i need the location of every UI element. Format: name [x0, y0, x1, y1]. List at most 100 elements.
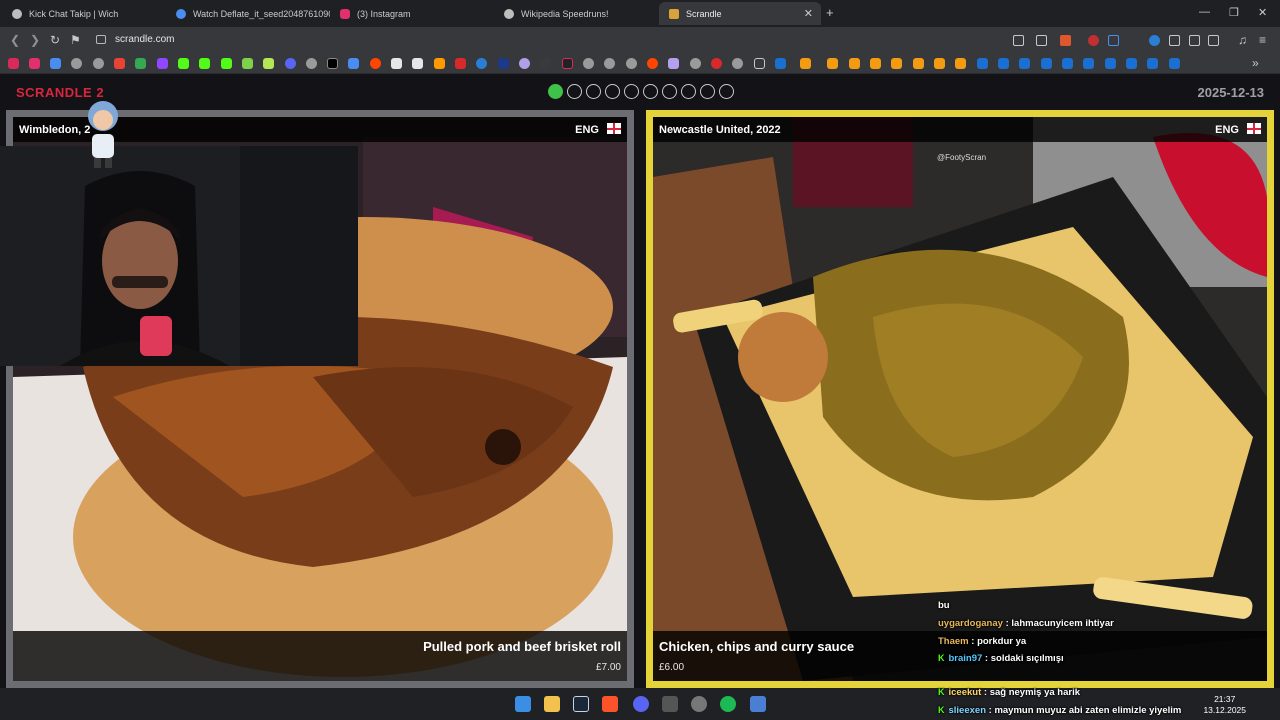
close-tab-icon[interactable]: ✕ [804, 7, 813, 20]
chat-text: sağ neymiş ya harik [989, 687, 1081, 698]
bookmark-icon[interactable] [327, 58, 338, 69]
bookmark-icon[interactable] [540, 58, 551, 69]
bookmark-icon[interactable] [711, 58, 722, 69]
new-tab-button[interactable]: + [826, 5, 834, 20]
bookmark-icon[interactable] [114, 58, 125, 69]
bookmark-icon[interactable] [732, 58, 743, 69]
folder-icon[interactable] [754, 58, 765, 69]
forward-icon[interactable]: ❯ [30, 33, 40, 47]
spotify-icon[interactable] [720, 696, 736, 712]
extension-icon[interactable] [1088, 35, 1099, 46]
bookmark-icon[interactable] [1169, 58, 1180, 69]
discord-icon[interactable] [633, 696, 649, 712]
bookmark-icon[interactable] [221, 58, 232, 69]
bookmark-icon[interactable] [1126, 58, 1137, 69]
app-icon[interactable] [750, 696, 766, 712]
brave-shield-icon[interactable] [1060, 35, 1071, 46]
bookmark-icon[interactable] [242, 58, 253, 69]
bookmark-icon[interactable] [93, 58, 104, 69]
bookmark-icon[interactable] [1105, 58, 1116, 69]
bookmark-icon[interactable] [412, 58, 423, 69]
bookmark-icon[interactable] [135, 58, 146, 69]
more-bookmarks-icon[interactable]: » [1252, 56, 1259, 70]
bookmark-icon[interactable] [626, 58, 637, 69]
tab-scrandle[interactable]: Scrandle ✕ [659, 2, 821, 25]
bookmark-icon[interactable] [348, 58, 359, 69]
brave-browser-icon[interactable] [602, 696, 618, 712]
kick-badge-icon: K [938, 653, 945, 663]
bookmark-icon[interactable] [199, 58, 210, 69]
bookmark-icon[interactable] [827, 58, 838, 69]
extension-icon[interactable] [1149, 35, 1160, 46]
bookmark-icon[interactable] [50, 58, 61, 69]
bookmark-icon[interactable] [690, 58, 701, 69]
back-icon[interactable]: ❮ [10, 33, 20, 47]
bookmark-icon[interactable] [604, 58, 615, 69]
start-windows-icon[interactable] [515, 696, 531, 712]
club-name: Wimbledon, 2 [19, 123, 91, 136]
bookmark-icon[interactable] [583, 58, 594, 69]
bookmark-icon[interactable] [998, 58, 1009, 69]
obs-icon[interactable] [691, 696, 707, 712]
media-icon[interactable]: ♫ [1238, 33, 1247, 47]
close-window-icon[interactable]: ✕ [1258, 6, 1267, 19]
bookmark-icon[interactable] [955, 58, 966, 69]
bookmark-icon[interactable] [476, 58, 487, 69]
bookmark-icon[interactable] [1041, 58, 1052, 69]
bookmark-icon[interactable] [1019, 58, 1030, 69]
sidebar-icon[interactable] [1208, 35, 1219, 46]
bookmark-icon[interactable] [263, 58, 274, 69]
club-name: Newcastle United, 2022 [659, 123, 781, 136]
bookmark-icon[interactable] [977, 58, 988, 69]
bookmark-icon[interactable] [562, 58, 573, 69]
bookmark-icon[interactable] [455, 58, 466, 69]
reload-icon[interactable]: ↻ [50, 33, 60, 47]
cast-icon[interactable] [1013, 35, 1024, 46]
bookmark-icon[interactable] [285, 58, 296, 69]
share-icon[interactable] [1036, 35, 1047, 46]
bookmark-icon[interactable] [1147, 58, 1158, 69]
bookmark-icon[interactable] [1062, 58, 1073, 69]
bookmark-icon[interactable] [647, 58, 658, 69]
bookmark-icon[interactable] [913, 58, 924, 69]
bookmark-icon[interactable] [391, 58, 402, 69]
bookmark-icon[interactable] [934, 58, 945, 69]
bookmark-icon[interactable] [870, 58, 881, 69]
bookmark-icon[interactable] [498, 58, 509, 69]
maximize-icon[interactable]: ❐ [1229, 6, 1239, 19]
bookmark-icon[interactable] [1083, 58, 1094, 69]
bookmark-icon[interactable] [800, 58, 811, 69]
bookmark-icon[interactable] [178, 58, 189, 69]
bookmark-icon[interactable] [775, 58, 786, 69]
bookmark-icon[interactable] [668, 58, 679, 69]
minimize-icon[interactable]: — [1199, 6, 1210, 18]
tab-title: Watch Deflate_it_seed2048761090 | S [193, 8, 330, 19]
chat-message: Kbrain97 : soldaki sıçılmışı [938, 653, 1064, 664]
tab-kick-chat[interactable]: Kick Chat Takip | Wich [2, 2, 166, 25]
bookmark-icon[interactable] [306, 58, 317, 69]
bookmark-icon[interactable] [891, 58, 902, 69]
steam-icon[interactable] [573, 696, 589, 712]
bookmark-icon[interactable] [29, 58, 40, 69]
tab-wikipedia[interactable]: Wikipedia Speedruns! [494, 2, 658, 25]
bookmark-icon[interactable] [157, 58, 168, 69]
country-tag: ENG [575, 123, 621, 136]
chat-text: porkdur ya [977, 636, 1027, 647]
bookmark-icon[interactable] [370, 58, 381, 69]
app-icon[interactable] [662, 696, 678, 712]
extensions-puzzle-icon[interactable] [1189, 35, 1200, 46]
bookmark-icon[interactable] [8, 58, 19, 69]
file-explorer-icon[interactable] [544, 696, 560, 712]
tab-instagram[interactable]: (3) Instagram [330, 2, 494, 25]
bookmark-icon[interactable] [849, 58, 860, 69]
bookmark-icon[interactable] [434, 58, 445, 69]
extension-icon[interactable] [1169, 35, 1180, 46]
url-field[interactable]: scrandle.com [115, 34, 174, 45]
bookmark-icon[interactable]: ⚑ [70, 33, 81, 47]
bookmark-icon[interactable] [71, 58, 82, 69]
bookmark-icon[interactable] [519, 58, 530, 69]
menu-icon[interactable]: ≡ [1259, 33, 1266, 47]
extension-icon[interactable] [1108, 35, 1119, 46]
tab-watch[interactable]: Watch Deflate_it_seed2048761090 | S [166, 2, 330, 25]
site-settings-icon[interactable] [96, 35, 106, 44]
